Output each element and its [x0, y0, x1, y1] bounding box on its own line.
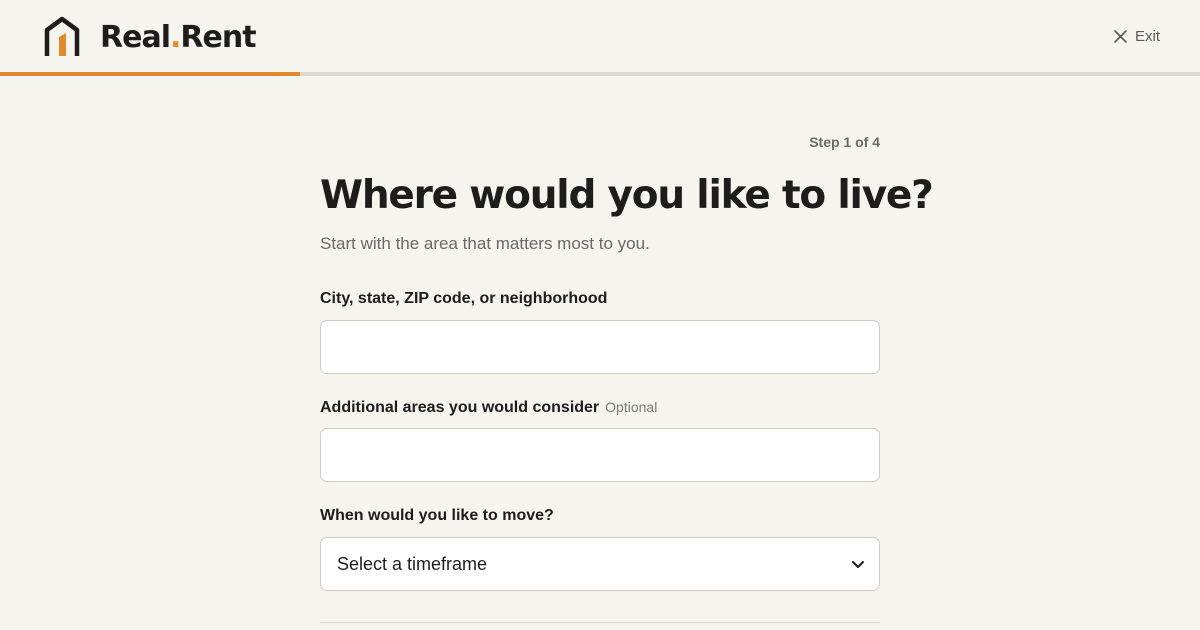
- additional-areas-input[interactable]: [320, 428, 880, 482]
- exit-label: Exit: [1134, 27, 1160, 45]
- move-timeframe-label-text: When would you like to move?: [320, 507, 554, 524]
- location-label-text: City, state, ZIP code, or neighborhood: [320, 290, 608, 307]
- brand-wordmark: Real.Rent: [100, 19, 257, 55]
- chevron-down-icon: [852, 561, 864, 568]
- top-bar: Real.Rent Exit: [0, 0, 1200, 76]
- page-title: Where would you like to live?: [320, 173, 934, 218]
- progress-bar-fill: [0, 72, 300, 76]
- exit-button[interactable]: Exit: [1114, 24, 1160, 48]
- brand-logo[interactable]: Real.Rent: [44, 16, 257, 58]
- location-input[interactable]: [320, 320, 880, 374]
- brand-name-dot: .: [169, 19, 181, 55]
- page-subtitle: Start with the area that matters most to…: [320, 234, 650, 253]
- additional-areas-label: Additional areas you would consider Optio…: [320, 399, 657, 417]
- brand-name-part2: Rent: [180, 19, 256, 55]
- move-timeframe-select[interactable]: Select a timeframe: [320, 537, 880, 591]
- brand-name-part1: Real: [100, 19, 171, 55]
- optional-tag: Optional: [605, 399, 658, 415]
- progress-bar: [0, 72, 1200, 76]
- section-divider: [320, 622, 880, 623]
- move-timeframe-label: When would you like to move?: [320, 507, 554, 525]
- house-logo-icon: [44, 16, 80, 56]
- additional-areas-label-text: Additional areas you would consider: [320, 399, 600, 416]
- close-icon: [1114, 29, 1127, 43]
- step-indicator: Step 1 of 4: [809, 134, 880, 150]
- location-label: City, state, ZIP code, or neighborhood: [320, 290, 607, 308]
- move-timeframe-value: Select a timeframe: [337, 553, 488, 574]
